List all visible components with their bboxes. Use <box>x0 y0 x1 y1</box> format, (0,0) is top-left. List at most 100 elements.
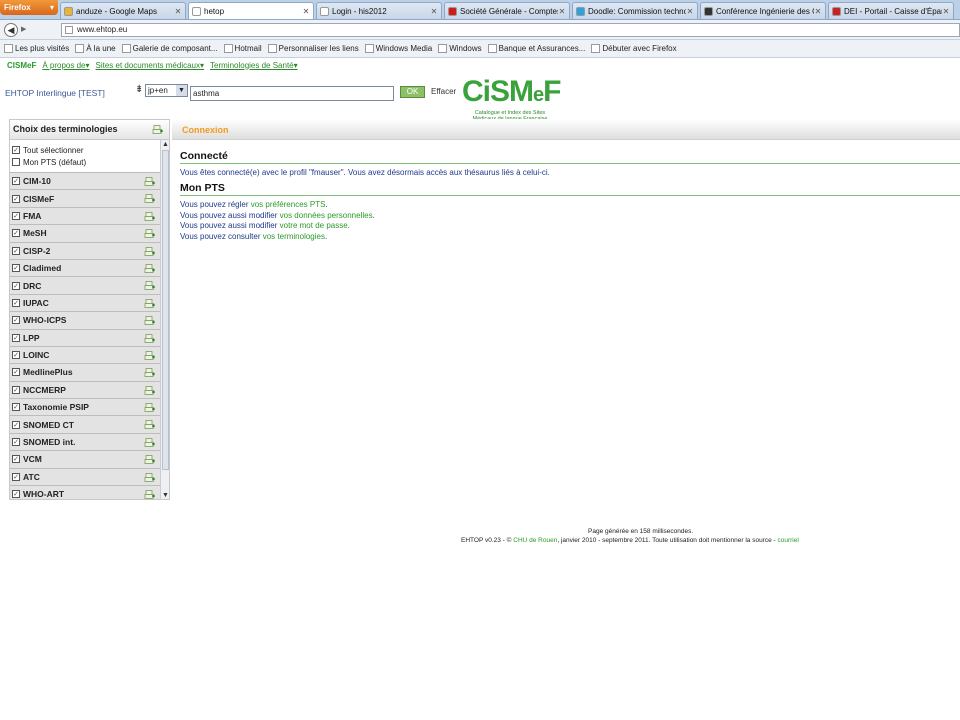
add-to-pts-icon[interactable] <box>144 490 155 499</box>
pts-link[interactable]: vos terminologies <box>263 232 325 241</box>
ok-button[interactable]: OK <box>400 86 425 98</box>
add-to-pts-icon[interactable] <box>144 420 155 430</box>
add-to-pts-icon[interactable] <box>144 264 155 273</box>
add-user-icon[interactable] <box>152 125 163 134</box>
checkbox-checked-icon[interactable]: ✓ <box>12 385 20 394</box>
close-tab-icon[interactable]: ✕ <box>302 7 310 16</box>
checkbox-checked-icon[interactable]: ✓ <box>12 420 20 429</box>
checkbox-checked-icon[interactable]: ✓ <box>12 333 20 342</box>
firefox-menu-button[interactable]: Firefox ▾ <box>0 0 58 15</box>
browser-tab[interactable]: Conférence Ingénierie des C... ✕ <box>700 2 826 19</box>
browser-tab[interactable]: Société Générale - Comptes ...✕ <box>444 2 570 19</box>
bookmark-item[interactable]: Windows <box>438 44 482 53</box>
terminology-item[interactable]: ✓ WHO-ICPS <box>10 312 169 330</box>
select-all-option[interactable]: ✓ Tout sélectionner <box>12 144 167 156</box>
checkbox-checked-icon[interactable]: ✓ <box>12 281 20 290</box>
checkbox-checked-icon[interactable]: ✓ <box>12 316 20 325</box>
add-to-pts-icon[interactable] <box>144 333 155 343</box>
cismef-logo[interactable]: CiSMeF Catalogue et Index des Sites Médi… <box>462 77 562 123</box>
close-tab-icon[interactable]: ✕ <box>430 7 438 16</box>
add-to-pts-icon[interactable] <box>144 177 155 186</box>
url-bar[interactable]: www.ehtop.eu <box>60 22 960 37</box>
language-select[interactable]: jp+en ▼ <box>145 84 188 97</box>
terminology-item[interactable]: ✓ MeSH <box>10 225 169 243</box>
browser-tab[interactable]: anduze - Google Maps ✕ <box>60 2 186 19</box>
scroll-up-icon[interactable]: ▲ <box>161 140 169 149</box>
terminology-item[interactable]: ✓ Cladimed <box>10 259 169 278</box>
add-to-pts-icon[interactable] <box>144 316 155 326</box>
clear-button[interactable]: Effacer <box>431 87 456 96</box>
terminology-item[interactable]: ✓ IUPAC <box>10 294 169 313</box>
add-to-pts-icon[interactable] <box>144 194 155 204</box>
terminology-item[interactable]: ✓ CIM-10 <box>10 173 169 191</box>
terminology-item[interactable]: ✓ FMA <box>10 207 169 226</box>
bookmark-item[interactable]: Les plus visités <box>4 44 69 53</box>
checkbox-checked-icon[interactable]: ✓ <box>12 264 20 273</box>
terminology-item[interactable]: ✓ SNOMED CT <box>10 416 169 434</box>
pts-link[interactable]: vos données personnelles <box>280 211 373 220</box>
checkbox-checked-icon[interactable]: ✓ <box>12 472 20 481</box>
terminology-item[interactable]: ✓ LOINC <box>10 346 169 365</box>
add-to-pts-icon[interactable] <box>144 229 155 239</box>
terminology-item[interactable]: ✓ MedlinePlus <box>10 364 169 382</box>
bookmark-item[interactable]: À la une <box>75 44 116 53</box>
add-to-pts-icon[interactable] <box>144 403 155 412</box>
terminology-item[interactable]: ✓ Taxonomie PSIP <box>10 399 169 417</box>
sort-arrows-icon[interactable]: ⇟ <box>135 85 145 97</box>
browser-tab[interactable]: Doodle: Commission techno ✕ <box>572 2 698 19</box>
checkbox-checked-icon[interactable]: ✓ <box>12 146 20 154</box>
nav-terminologies[interactable]: Terminologies de Santé▾ <box>210 61 298 70</box>
add-to-pts-icon[interactable] <box>144 298 155 308</box>
terminology-item[interactable]: ✓ CISP-2 <box>10 242 169 260</box>
browser-tab[interactable]: DEI - Portail - Caisse d'Éparg...✕ <box>828 2 954 19</box>
nav-sites-documents[interactable]: Sites et documents médicaux▾ <box>96 61 205 70</box>
close-tab-icon[interactable]: ✕ <box>558 7 566 16</box>
add-to-pts-icon[interactable] <box>144 455 155 465</box>
pts-link[interactable]: votre mot de passe <box>280 221 348 230</box>
close-tab-icon[interactable]: ✕ <box>942 7 950 16</box>
checkbox-checked-icon[interactable]: ✓ <box>12 455 20 464</box>
add-to-pts-icon[interactable] <box>144 281 155 291</box>
add-to-pts-icon[interactable] <box>144 368 155 378</box>
dropdown-arrow-icon[interactable]: ▼ <box>176 85 187 96</box>
checkbox-checked-icon[interactable]: ✓ <box>12 298 20 307</box>
scrollbar-thumb[interactable] <box>162 150 169 470</box>
bookmark-item[interactable]: Personnaliser les liens <box>267 44 359 53</box>
add-to-pts-icon[interactable] <box>144 211 155 221</box>
scroll-down-icon[interactable]: ▼ <box>161 491 169 499</box>
add-to-pts-icon[interactable] <box>144 246 155 256</box>
add-to-pts-icon[interactable] <box>144 351 155 360</box>
checkbox-checked-icon[interactable]: ✓ <box>12 229 20 238</box>
nav-a-propos[interactable]: À propos de▾ <box>42 61 89 70</box>
terminology-item[interactable]: ✓ LPP <box>10 329 169 347</box>
checkbox-checked-icon[interactable]: ✓ <box>12 403 20 412</box>
site-identity-icon[interactable] <box>64 25 73 34</box>
checkbox-checked-icon[interactable]: ✓ <box>12 194 20 203</box>
terminology-item[interactable]: ✓ WHO-ART <box>10 486 169 499</box>
bookmark-item[interactable]: Hotmail <box>223 44 262 53</box>
forward-arrow-icon[interactable]: ▶ <box>21 25 31 35</box>
back-arrow-icon[interactable]: ◀ <box>4 22 18 37</box>
add-to-pts-icon[interactable] <box>144 385 155 395</box>
pts-link[interactable]: vos préférences PTS <box>251 200 326 209</box>
bookmark-item[interactable]: Galerie de composant... <box>121 44 218 53</box>
email-link[interactable]: courriel <box>778 537 799 544</box>
browser-tab[interactable]: Login - his2012 ✕ <box>316 2 442 19</box>
checkbox-unchecked-icon[interactable] <box>12 158 20 166</box>
chu-rouen-link[interactable]: CHU de Rouen <box>513 537 557 544</box>
checkbox-checked-icon[interactable]: ✓ <box>12 246 20 255</box>
checkbox-checked-icon[interactable]: ✓ <box>12 351 20 360</box>
close-tab-icon[interactable]: ✕ <box>174 7 182 16</box>
terminology-item[interactable]: ✓ DRC <box>10 277 169 295</box>
my-pts-option[interactable]: Mon PTS (défaut) <box>12 156 167 168</box>
browser-tab[interactable]: hetop ✕ <box>188 2 314 19</box>
search-input[interactable]: asthma <box>190 86 394 101</box>
terminology-item[interactable]: ✓ SNOMED int. <box>10 433 169 452</box>
add-to-pts-icon[interactable] <box>144 472 155 482</box>
checkbox-checked-icon[interactable]: ✓ <box>12 177 20 186</box>
add-to-pts-icon[interactable] <box>144 437 155 447</box>
terminology-item[interactable]: ✓ NCCMERP <box>10 381 169 400</box>
bookmark-item[interactable]: Windows Media <box>364 44 432 53</box>
terminology-item[interactable]: ✓ VCM <box>10 451 169 469</box>
checkbox-checked-icon[interactable]: ✓ <box>12 368 20 377</box>
